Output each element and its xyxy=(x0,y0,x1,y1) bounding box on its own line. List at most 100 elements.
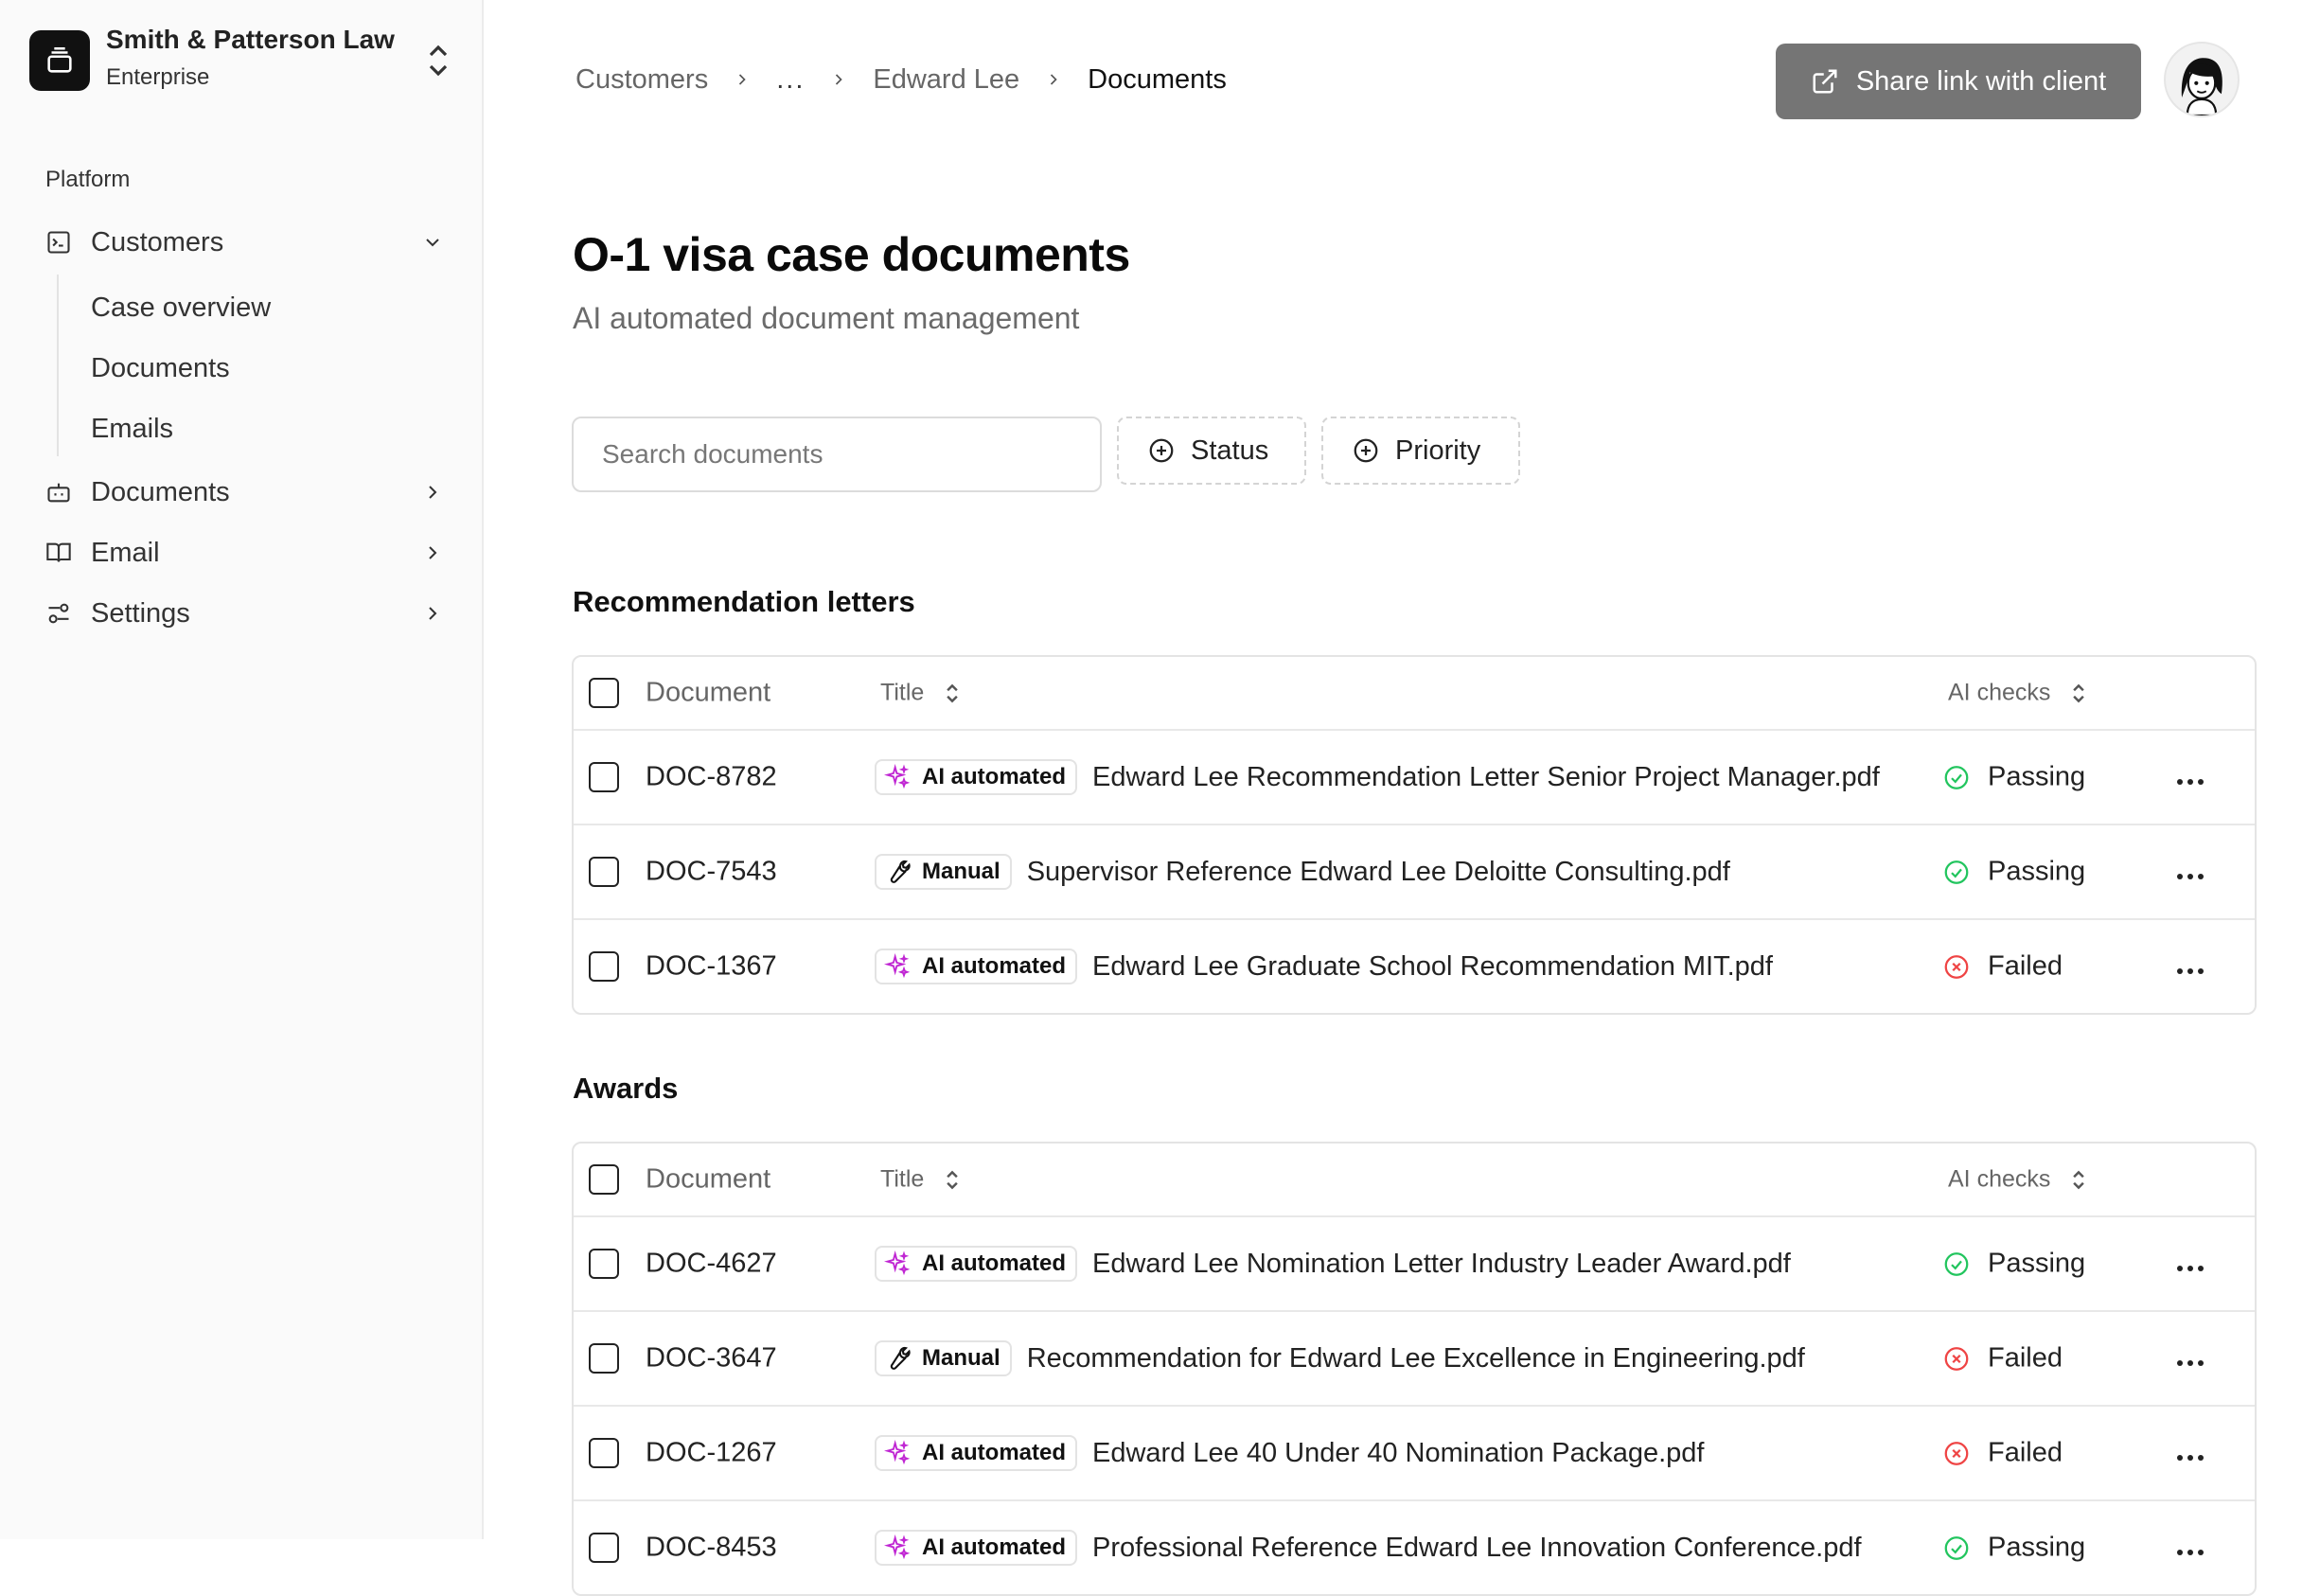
plus-circle-icon xyxy=(1352,436,1380,465)
column-header-title[interactable]: Title xyxy=(880,680,962,707)
sidebar-item-documents[interactable]: Documents xyxy=(44,466,446,519)
more-actions-button[interactable] xyxy=(2171,1344,2209,1373)
share-link-button[interactable]: Share link with client xyxy=(1776,44,2141,119)
sidebar-item-label: Email xyxy=(91,537,160,568)
ai-check-status: Passing xyxy=(1942,1533,2085,1564)
ellipsis-icon xyxy=(2176,1344,2205,1374)
table-row[interactable]: DOC-1367 AI automated Edward Lee Graduate … xyxy=(574,920,2255,1013)
more-actions-button[interactable] xyxy=(2171,1439,2209,1467)
column-header-ai-checks[interactable]: AI checks xyxy=(1948,680,2088,707)
wrench-icon xyxy=(884,859,911,885)
ellipsis-icon xyxy=(2176,1439,2205,1468)
sidebar-subitem-case-overview[interactable]: Case overview xyxy=(91,285,271,330)
column-header-title-label: Title xyxy=(880,1165,925,1193)
document-title[interactable]: Edward Lee 40 Under 40 Nomination Packag… xyxy=(1092,1438,1704,1469)
table-row[interactable]: DOC-7543 Manual Supervisor Reference Edwar… xyxy=(574,825,2255,920)
breadcrumb-customer[interactable]: Edward Lee xyxy=(873,64,1019,96)
more-actions-button[interactable] xyxy=(2171,1250,2209,1278)
sort-icon xyxy=(2069,1167,2088,1192)
row-checkbox[interactable] xyxy=(589,762,619,792)
document-id: DOC-1367 xyxy=(646,950,777,982)
column-header-ai-checks-label: AI checks xyxy=(1948,1165,2051,1193)
status-filter-button[interactable]: Status xyxy=(1117,417,1306,485)
sort-icon xyxy=(2069,681,2088,705)
document-title[interactable]: Edward Lee Graduate School Recommendatio… xyxy=(1092,951,1773,983)
chevrons-up-down-icon xyxy=(425,44,452,78)
documents-table: Document Title AI checks DOC-4627 AI automat… xyxy=(572,1142,2257,1596)
document-type-badge: AI automated xyxy=(875,949,1078,984)
row-checkbox[interactable] xyxy=(589,1249,619,1279)
document-title[interactable]: Edward Lee Nomination Letter Industry Le… xyxy=(1092,1249,1791,1280)
check-circle-icon xyxy=(1942,1250,1971,1278)
sidebar-item-label: Documents xyxy=(91,476,230,507)
sidebar-item-settings[interactable]: Settings xyxy=(44,587,446,640)
ai-check-status-label: Passing xyxy=(1988,1532,2086,1563)
sparkles-icon xyxy=(884,764,911,790)
bot-icon xyxy=(44,477,74,507)
document-type-label: Manual xyxy=(922,1345,1000,1371)
x-circle-icon xyxy=(1942,1344,1971,1373)
table-header-row: Document Title AI checks xyxy=(574,1144,2255,1217)
ellipsis-icon xyxy=(2176,858,2205,887)
sidebar-subitem-emails[interactable]: Emails xyxy=(91,406,173,452)
share-link-label: Share link with client xyxy=(1855,65,2107,97)
document-type-badge: AI automated xyxy=(875,1530,1078,1566)
documents-table: Document Title AI checks DOC-8782 AI automat… xyxy=(572,655,2257,1015)
sparkles-icon xyxy=(884,953,911,980)
breadcrumb-ellipsis[interactable]: ... xyxy=(776,64,805,96)
table-row[interactable]: DOC-8453 AI automated Professional Referen… xyxy=(574,1501,2255,1594)
document-id: DOC-7543 xyxy=(646,856,777,887)
chevron-right-icon xyxy=(1044,70,1063,89)
section-title: Recommendation letters xyxy=(573,585,915,618)
sidebar-item-label: Settings xyxy=(91,597,190,629)
more-actions-button[interactable] xyxy=(2171,858,2209,886)
sidebar-item-email[interactable]: Email xyxy=(44,526,446,579)
row-checkbox[interactable] xyxy=(589,1343,619,1374)
book-icon xyxy=(44,538,74,568)
check-circle-icon xyxy=(1942,858,1971,886)
breadcrumb-customers[interactable]: Customers xyxy=(576,64,708,96)
column-header-title[interactable]: Title xyxy=(880,1166,962,1194)
x-circle-icon xyxy=(1942,952,1971,981)
ai-check-status-label: Failed xyxy=(1988,1437,2063,1468)
document-title[interactable]: Recommendation for Edward Lee Excellence… xyxy=(1027,1343,1805,1374)
page-subtitle: AI automated document management xyxy=(573,301,1080,335)
document-title[interactable]: Professional Reference Edward Lee Innova… xyxy=(1092,1533,1862,1564)
document-id: DOC-8453 xyxy=(646,1532,777,1563)
table-row[interactable]: DOC-1267 AI automated Edward Lee 40 Under … xyxy=(574,1407,2255,1501)
table-row[interactable]: DOC-4627 AI automated Edward Lee Nominatio… xyxy=(574,1217,2255,1312)
check-circle-icon xyxy=(1942,763,1971,791)
document-title[interactable]: Supervisor Reference Edward Lee Deloitte… xyxy=(1027,857,1730,888)
document-type-label: Manual xyxy=(922,859,1000,884)
row-checkbox[interactable] xyxy=(589,1533,619,1563)
org-logo-icon xyxy=(29,30,90,91)
avatar[interactable] xyxy=(2164,42,2240,117)
row-checkbox[interactable] xyxy=(589,1438,619,1468)
search-input[interactable] xyxy=(572,417,1102,492)
row-checkbox[interactable] xyxy=(589,857,619,887)
org-switcher[interactable]: Smith & Patterson Law Enterprise xyxy=(29,25,455,97)
ai-check-status-label: Passing xyxy=(1988,761,2086,792)
more-actions-button[interactable] xyxy=(2171,952,2209,981)
document-title[interactable]: Edward Lee Recommendation Letter Senior … xyxy=(1092,762,1880,793)
document-type-label: AI automated xyxy=(922,953,1067,979)
sidebar-item-customers[interactable]: Customers xyxy=(44,216,446,269)
sliders-icon xyxy=(44,598,74,629)
priority-filter-button[interactable]: Priority xyxy=(1321,417,1520,485)
more-actions-button[interactable] xyxy=(2171,763,2209,791)
document-id: DOC-8782 xyxy=(646,761,777,792)
more-actions-button[interactable] xyxy=(2171,1534,2209,1562)
document-type-badge: Manual xyxy=(875,1340,1012,1376)
table-row[interactable]: DOC-8782 AI automated Edward Lee Recommend… xyxy=(574,731,2255,825)
document-type-label: AI automated xyxy=(922,1250,1067,1276)
ellipsis-icon xyxy=(2176,1534,2205,1563)
row-checkbox[interactable] xyxy=(589,951,619,982)
table-row[interactable]: DOC-3647 Manual Recommendation for Edward … xyxy=(574,1312,2255,1407)
column-header-ai-checks[interactable]: AI checks xyxy=(1948,1166,2088,1194)
ai-check-status-label: Failed xyxy=(1988,1342,2063,1374)
sidebar-subitem-documents[interactable]: Documents xyxy=(91,346,230,391)
select-all-checkbox[interactable] xyxy=(589,1164,619,1195)
select-all-checkbox[interactable] xyxy=(589,678,619,708)
ellipsis-icon xyxy=(2176,952,2205,982)
ai-check-status: Failed xyxy=(1942,1438,2063,1469)
